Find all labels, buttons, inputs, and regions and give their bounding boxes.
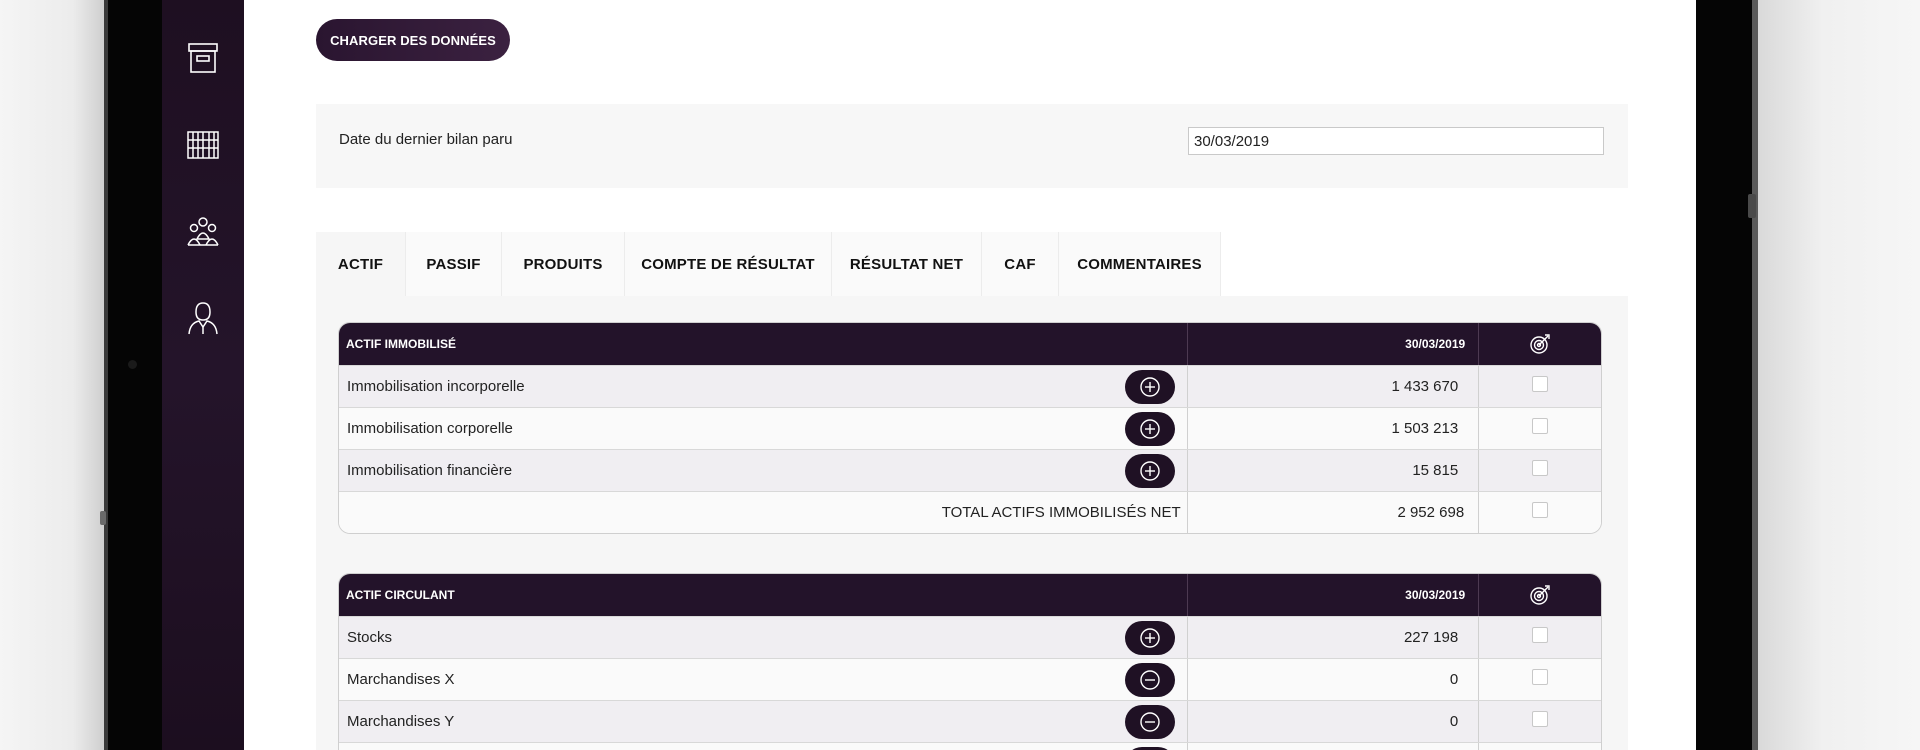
background-right [1758,0,1920,750]
tab-compte-de-resultat[interactable]: COMPTE DE RÉSULTAT [625,232,832,296]
tab-produits[interactable]: PRODUITS [502,232,625,296]
table-title: ACTIF IMMOBILISÉ [339,323,1188,365]
row-value: 15 815 [1188,450,1480,491]
tab-actif[interactable]: ACTIF [316,232,406,296]
total-value: 2 952 698 [1188,492,1480,533]
row-label: Marchandises Y [347,713,455,730]
tab-caf[interactable]: CAF [982,232,1059,296]
row-label: Marchandises X [347,671,455,688]
actif-immobilise-table: ACTIF IMMOBILISÉ 30/03/2019 Immobilisati… [338,322,1602,534]
target-icon [1479,323,1601,365]
team-icon[interactable] [181,209,225,253]
table-row: Marchandises X 0 [339,658,1601,700]
row-value: 1 433 670 [1188,366,1480,407]
row-checkbox[interactable] [1532,668,1549,685]
column-date: 30/03/2019 [1188,323,1480,365]
table-header: ACTIF IMMOBILISÉ 30/03/2019 [339,323,1601,365]
minus-circle-icon [1139,669,1160,690]
table-row: Immobilisation corporelle 1 503 213 [339,407,1601,449]
plus-circle-icon [1139,627,1160,648]
device-camera [128,360,137,369]
tab-panel-actif: ACTIF IMMOBILISÉ 30/03/2019 Immobilisati… [316,296,1628,750]
expand-button[interactable] [1124,369,1175,404]
row-value: 1 503 213 [1188,408,1480,449]
main-content: CHARGER DES DONNÉES Date du dernier bila… [244,0,1696,750]
plus-circle-icon [1139,418,1160,439]
app-screen: CHARGER DES DONNÉES Date du dernier bila… [162,0,1696,750]
row-label: Immobilisation incorporelle [347,378,525,395]
collapse-button[interactable] [1124,662,1175,697]
collapse-button[interactable] [1124,704,1175,739]
row-checkbox[interactable] [1532,375,1549,392]
row-checkbox[interactable] [1532,626,1549,643]
sidebar [162,0,244,750]
table-row: Immobilisation financière 15 815 [339,449,1601,491]
total-label: TOTAL ACTIFS IMMOBILISÉS NET [339,492,1188,533]
row-value [1188,743,1480,750]
table-title: ACTIF CIRCULANT [339,574,1188,616]
actif-circulant-table: ACTIF CIRCULANT 30/03/2019 Stocks 227 19… [338,573,1602,750]
total-row: TOTAL ACTIFS IMMOBILISÉS NET 2 952 698 [339,491,1601,533]
row-checkbox[interactable] [1532,459,1549,476]
device-side-button [100,511,106,525]
expand-button[interactable] [1124,453,1175,488]
tab-resultat-net[interactable]: RÉSULTAT NET [832,232,982,296]
user-icon[interactable] [181,296,225,340]
date-field[interactable] [1188,127,1604,155]
row-checkbox[interactable] [1532,417,1549,434]
device-side-button [1748,194,1756,218]
row-label: Immobilisation corporelle [347,420,513,437]
minus-circle-icon [1139,711,1160,732]
row-checkbox[interactable] [1532,710,1549,727]
row-checkbox[interactable] [1532,501,1549,518]
target-icon [1479,574,1601,616]
date-panel: Date du dernier bilan paru [316,104,1628,188]
row-value: 0 [1188,659,1480,700]
expand-button[interactable] [1124,746,1175,750]
plus-circle-icon [1139,376,1160,397]
row-value: 227 198 [1188,617,1480,658]
table-row: Stocks 227 198 [339,616,1601,658]
load-data-button[interactable]: CHARGER DES DONNÉES [316,19,510,61]
table-header: ACTIF CIRCULANT 30/03/2019 [339,574,1601,616]
row-label: Immobilisation financière [347,462,513,479]
background-left [0,0,104,750]
table-row: Immobilisation incorporelle 1 433 670 [339,365,1601,407]
row-value: 0 [1188,701,1480,742]
row-label: Stocks [347,629,393,646]
expand-button[interactable] [1124,411,1175,446]
date-label: Date du dernier bilan paru [339,131,513,148]
column-date: 30/03/2019 [1188,574,1480,616]
archive-box-icon[interactable] [181,36,225,80]
table-row: Marchandises Y 0 [339,700,1601,742]
expand-button[interactable] [1124,620,1175,655]
tab-passif[interactable]: PASSIF [406,232,502,296]
table-row [339,742,1601,750]
tab-bar: ACTIF PASSIF PRODUITS COMPTE DE RÉSULTAT… [316,232,1221,296]
bookshelf-icon[interactable] [181,122,225,166]
tab-commentaires[interactable]: COMMENTAIRES [1059,232,1221,296]
plus-circle-icon [1139,460,1160,481]
